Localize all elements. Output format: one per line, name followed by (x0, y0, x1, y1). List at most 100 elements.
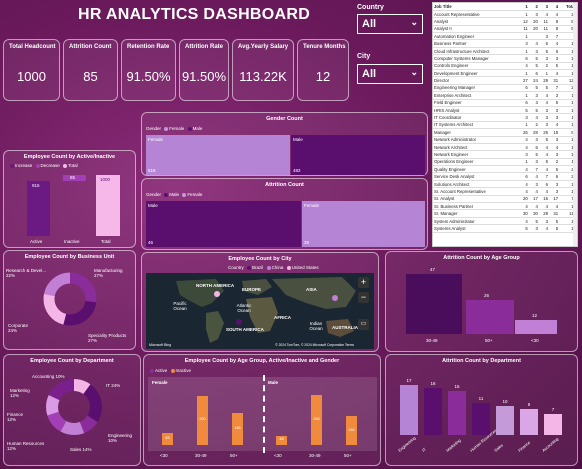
facet-divider (263, 375, 265, 453)
table-row[interactable]: Service Desk Analyst647623 (433, 172, 577, 181)
table-row[interactable]: HRIS Analyst553316 (433, 106, 577, 115)
bar-total[interactable] (96, 175, 120, 236)
legend: Increase Decrease Total (8, 163, 78, 168)
table-cell: 3 (518, 113, 529, 122)
table-row[interactable]: Systems Analyst534517 (433, 224, 577, 233)
treemap-male[interactable]: Male 482 (291, 135, 425, 175)
bar-50plus[interactable] (466, 300, 514, 334)
table-row[interactable]: Sr. Manager30302931119 (433, 209, 577, 218)
treemap-female[interactable]: Female 518 (146, 135, 290, 175)
table-row[interactable]: Sr. Account Representative444315 (433, 187, 577, 196)
column-header[interactable]: 4 (549, 3, 560, 11)
table-cell: 5 (549, 224, 560, 233)
bar-sales[interactable] (496, 405, 514, 435)
bar-accounting[interactable] (544, 414, 562, 435)
table-cell: 4 (528, 187, 539, 196)
table-row[interactable]: Field Engineer634518 (433, 99, 577, 107)
zoom-in-button[interactable]: + (358, 277, 369, 288)
legend-item: Active (155, 368, 168, 373)
treemap-value: 518 (148, 168, 156, 173)
table-row[interactable]: Controls Engineer452516 (433, 62, 577, 71)
table-row[interactable]: Director27242931121 (433, 76, 577, 85)
bar-value: 10 (502, 398, 508, 404)
table-row[interactable]: IT Coordinator343311 (433, 113, 577, 122)
table-cell: 3 (528, 47, 539, 56)
bar-finance[interactable] (520, 408, 538, 435)
map-ocean-label: Pacific Ocean (173, 301, 187, 311)
table-cell: Computer Systems Manager (433, 54, 519, 63)
legend-item: Male (169, 192, 180, 197)
column-header[interactable]: 3 (538, 3, 549, 11)
table-cell: 5 (528, 217, 539, 226)
table-row[interactable]: Development Engineer161412 (433, 69, 577, 78)
zoom-out-button[interactable]: − (358, 292, 369, 303)
bar-value: 263 (313, 417, 320, 421)
column-header[interactable]: 2 (528, 3, 539, 11)
table-row[interactable]: Analyst II112011852 (433, 25, 577, 34)
table-row[interactable]: System Administrator453517 (433, 217, 577, 226)
treemap-female[interactable]: Female 39 (302, 201, 425, 247)
table-row[interactable]: Quality Engineer474520 (433, 165, 577, 174)
column-header[interactable]: Job Title (433, 3, 519, 11)
legend-dot (266, 265, 271, 270)
bar-human-resources[interactable] (472, 402, 490, 435)
table-row[interactable]: Solutions Architect436315 (433, 180, 577, 189)
map-style-button[interactable]: ▭ (358, 319, 369, 330)
department-donut[interactable] (44, 377, 104, 437)
table-row[interactable]: Computer Systems Manager653314 (433, 54, 577, 63)
country-dropdown[interactable]: All ⌄ (357, 14, 423, 34)
table-row[interactable]: IT Systems Architect123410 (433, 121, 577, 130)
axis-label: Marketing (445, 437, 462, 453)
table-cell: 4 (538, 10, 549, 19)
bar-it[interactable] (424, 387, 442, 435)
table-row[interactable]: Manager2628251998 (433, 128, 577, 137)
bar-under-30[interactable] (515, 320, 557, 334)
map-bubble[interactable] (214, 291, 220, 297)
table-row[interactable]: Automation Engineer1377 (433, 32, 577, 41)
bar-value: 17 (406, 378, 412, 383)
bar-30-49[interactable] (406, 274, 462, 334)
table-row[interactable]: Network Administrator435315 (433, 136, 577, 144)
map-attribution: Microsoft Bing (149, 343, 172, 347)
bar-marketing[interactable] (448, 390, 466, 435)
table-cell: 6 (518, 172, 529, 181)
table-row[interactable]: Cloud Infrastructure Architect135617 (433, 47, 577, 56)
table-row[interactable]: Analyst122011851 (433, 17, 577, 26)
table-row[interactable]: Enterprise Architect134311 (433, 91, 577, 100)
table-scrollbar[interactable] (573, 3, 577, 246)
table-cell: 4 (538, 187, 549, 196)
treemap-male[interactable]: Male 46 (146, 201, 301, 247)
table-cell: Sr. Account Representative (433, 187, 519, 196)
table-cell: 6 (538, 180, 549, 189)
table-cell: 3 (538, 217, 549, 226)
table-row[interactable]: Sr. Business Partner444416 (433, 202, 577, 211)
table-cell: 11 (538, 25, 549, 34)
city-dropdown[interactable]: All ⌄ (357, 64, 423, 84)
legend-dot (35, 163, 40, 168)
table-cell: 4 (528, 39, 539, 48)
business-unit-donut[interactable] (42, 271, 98, 327)
table-row[interactable]: Operations Engineer135211 (433, 158, 577, 167)
axis-label: Inactive (64, 239, 80, 244)
table-cell: 5 (528, 150, 539, 159)
table-row[interactable]: Network Engineer354315 (433, 150, 577, 159)
table-cell: 30 (528, 209, 539, 218)
bar-engineering[interactable] (400, 385, 418, 435)
legend-dot (63, 163, 68, 168)
map-bubble[interactable] (236, 319, 242, 325)
bar-active[interactable] (27, 181, 50, 236)
table-cell: 3 (528, 180, 539, 189)
map-bubble[interactable] (332, 295, 338, 301)
table-row[interactable]: Business Partner346416 (433, 39, 577, 48)
active-inactive-panel: Employee Count by Active/Inactive Increa… (3, 150, 136, 248)
job-title-table[interactable]: Job Title 1 2 3 4 Total Account Represen… (432, 2, 578, 247)
column-header[interactable]: 1 (518, 3, 529, 11)
legend-dot (164, 192, 169, 197)
table-row[interactable]: Engineering Manager655724 (433, 84, 577, 93)
legend-dot (170, 368, 175, 373)
table-row[interactable]: Network Architect464418 (433, 143, 577, 152)
map-canvas[interactable]: NORTH AMERICA EUROPE ASIA AFRICA SOUTH A… (146, 273, 374, 349)
table-row[interactable]: Account Representative134421 (433, 10, 577, 19)
table-row[interactable]: Sr. Analyst2017161770 (433, 195, 577, 204)
table-cell: 6 (528, 69, 539, 78)
